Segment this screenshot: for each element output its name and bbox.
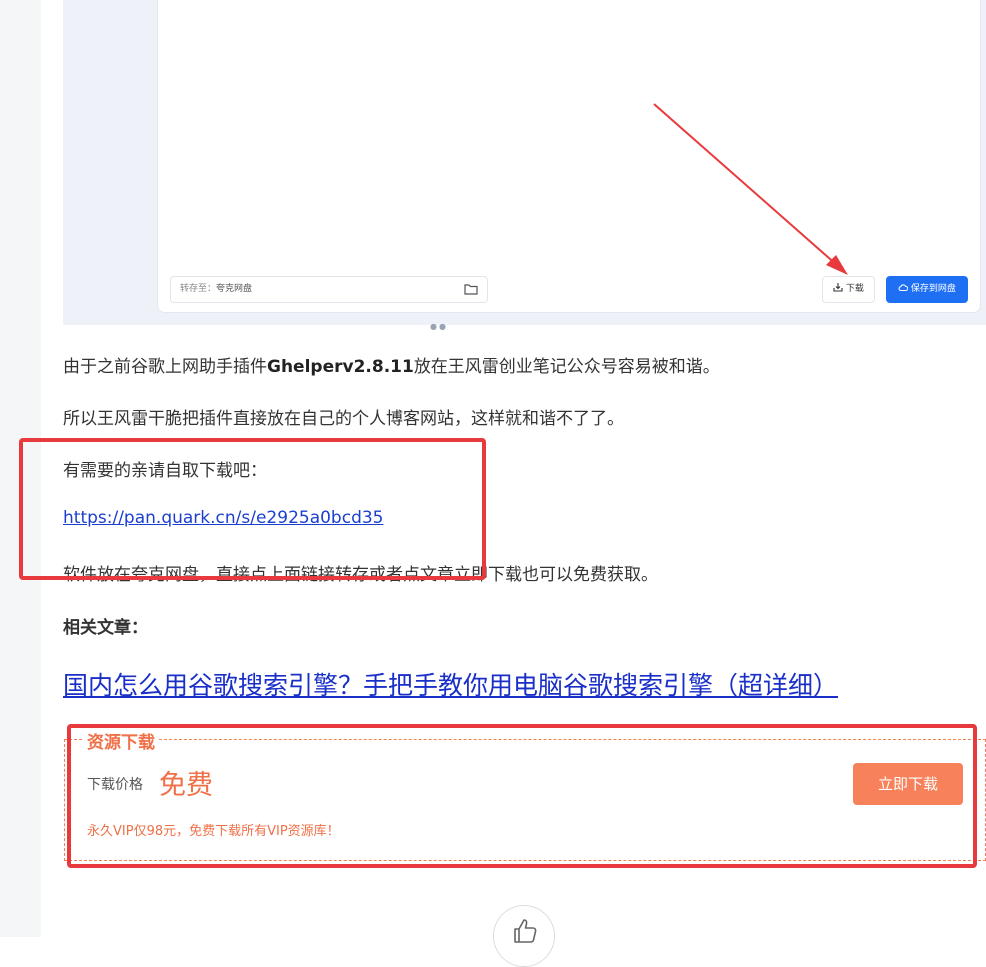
related-articles-title: 相关文章： xyxy=(63,618,148,638)
red-arrow-annotation xyxy=(653,103,848,275)
red-highlight-box-link xyxy=(19,438,486,580)
thumbs-up-icon xyxy=(514,919,537,943)
red-highlight-box-resource xyxy=(67,724,977,868)
related-article-link[interactable]: 国内怎么用谷歌搜索引擎？手把手教你用电脑谷歌搜索引擎（超详细） xyxy=(63,666,838,702)
para1-prefix: 由于之前谷歌上网助手插件 xyxy=(63,357,267,377)
article-paragraph-1: 由于之前谷歌上网助手插件Ghelperv2.8.11放在王风雷创业笔记公众号容易… xyxy=(63,352,720,377)
plugin-name: Ghelperv2.8.11 xyxy=(267,357,414,377)
para1-suffix: 放在王风雷创业笔记公众号容易被和谐。 xyxy=(413,357,720,377)
article-paragraph-2: 所以王风雷干脆把插件直接放在自己的个人博客网站，这样就和谐不了了。 xyxy=(63,409,624,429)
like-button[interactable] xyxy=(493,905,555,967)
